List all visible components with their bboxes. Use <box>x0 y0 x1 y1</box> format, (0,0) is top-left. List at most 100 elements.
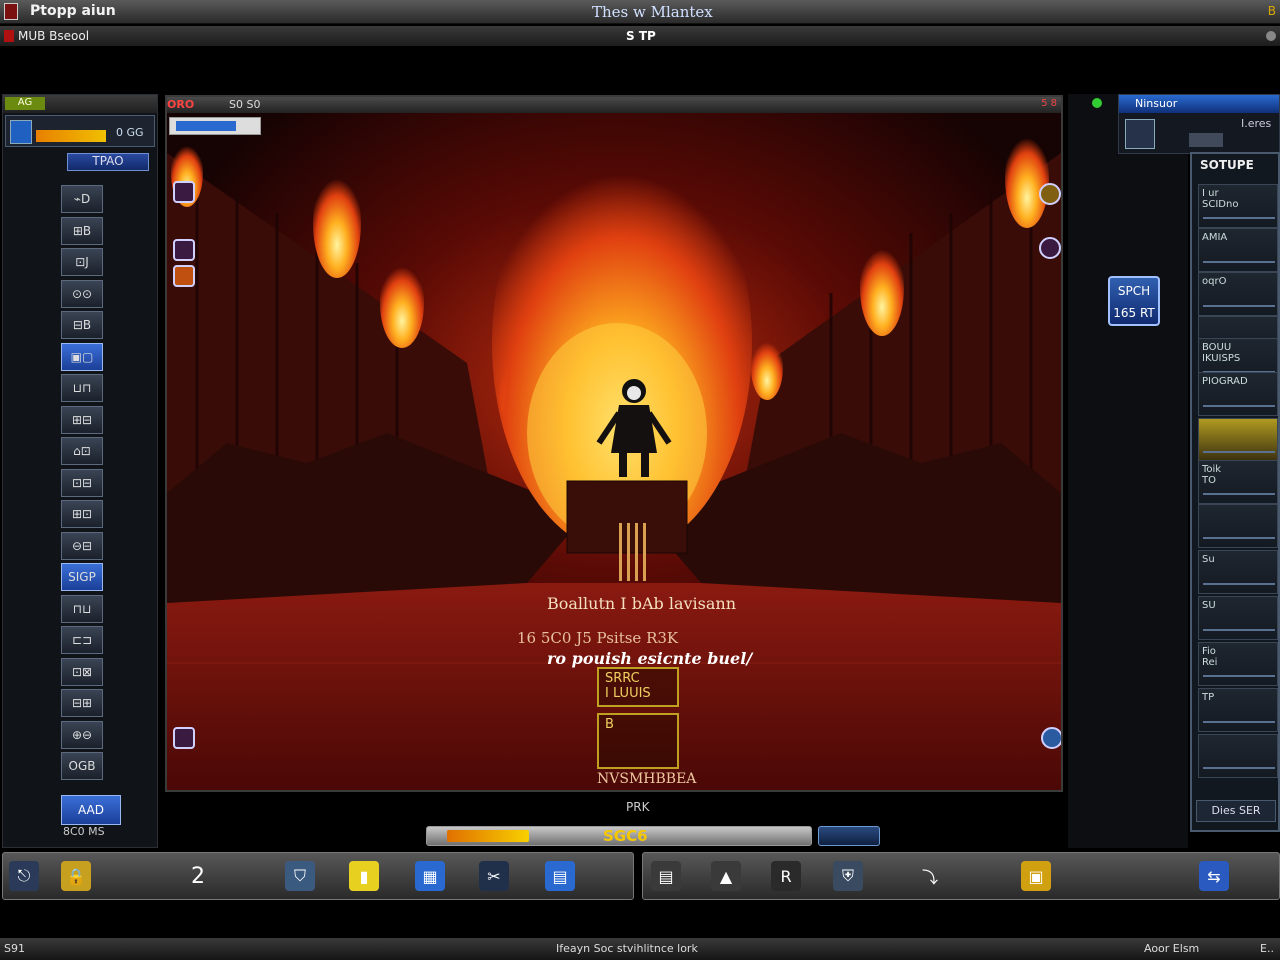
card-icon[interactable]: ▮ <box>349 861 379 891</box>
title-bar: Ptopp aiun Thes w Mlantex B <box>0 0 1280 24</box>
menu-file[interactable]: MUB Bseool <box>4 29 89 43</box>
selected-tool-button[interactable]: AAD <box>61 795 121 825</box>
speech-button[interactable]: SPCH 165 RT <box>1108 276 1160 326</box>
status-row-gauge <box>1203 493 1275 495</box>
game-viewport[interactable]: ORO S0 S0 5 8 Boallutn I bAb lavisann 16… <box>165 95 1063 792</box>
status-row-gauge <box>1203 767 1275 769</box>
tool-button-3[interactable]: ⊡J <box>61 248 103 276</box>
choice-option-2[interactable]: B <box>597 713 679 769</box>
health-meter: 0 GG <box>5 115 155 147</box>
tool-button-8[interactable]: ⊞⊟ <box>61 405 103 434</box>
status-row-13[interactable]: TP <box>1198 688 1278 732</box>
chest-icon[interactable]: ▣ <box>1021 861 1051 891</box>
tool-button-14[interactable]: ⊓⊔ <box>61 594 103 623</box>
status-row-gauge <box>1203 261 1275 263</box>
status-row-label: SU <box>1202 600 1216 611</box>
experience-fill <box>447 830 529 842</box>
tool-button-9[interactable]: ⌂⊡ <box>61 437 103 465</box>
status-right: Aoor Elsm <box>1144 942 1200 955</box>
coin-icon[interactable] <box>1039 183 1061 205</box>
status-row-gauge <box>1203 583 1275 585</box>
fire-icon[interactable] <box>173 265 195 287</box>
tool-button-15[interactable]: ⊏⊐ <box>61 626 103 654</box>
choice-option-1[interactable]: SRRC I LUUIS <box>597 667 679 707</box>
tool-button-19[interactable]: OGB <box>61 752 103 780</box>
list-icon[interactable]: ▤ <box>545 861 575 891</box>
tool-button-6[interactable]: ▣▢ <box>61 342 103 371</box>
compass-icon[interactable] <box>1039 237 1061 259</box>
shield-icon[interactable] <box>1041 727 1061 749</box>
viewport-right-label: 5 8 <box>1041 98 1057 109</box>
slot-button[interactable] <box>1189 133 1223 147</box>
tool-button-12[interactable]: ⊖⊟ <box>61 531 103 560</box>
status-row-3[interactable]: oqrO <box>1198 272 1278 316</box>
scroll-icon[interactable] <box>173 727 195 749</box>
right-mid-strip: SPCH 165 RT <box>1068 94 1188 848</box>
status-row-10[interactable]: Su <box>1198 550 1278 594</box>
swap-icon[interactable]: ⇆ <box>1199 861 1229 891</box>
tool-button-16[interactable]: ⊡⊠ <box>61 657 103 686</box>
status-row-11[interactable]: SU <box>1198 596 1278 640</box>
minimap-fill <box>176 121 236 131</box>
meter-icon <box>10 120 32 144</box>
app-name: Ptopp aiun <box>30 3 116 19</box>
window-title: Thes w Mlantex <box>592 3 713 21</box>
slot-2-button[interactable]: 2 <box>183 861 213 891</box>
viewport-minimap[interactable] <box>169 117 261 135</box>
tool-button-5[interactable]: ⊟B <box>61 311 103 339</box>
status-row-8[interactable]: Toik TO <box>1198 460 1278 504</box>
shield-icon[interactable]: ⛉ <box>285 861 315 891</box>
app-icon <box>4 3 18 20</box>
inventory-icon[interactable] <box>1125 119 1155 149</box>
tool-button-2[interactable]: ⊞B <box>61 216 103 245</box>
status-row-label: TP <box>1202 692 1215 703</box>
tool-button-18[interactable]: ⊕⊖ <box>61 720 103 749</box>
status-row-gauge <box>1203 537 1275 539</box>
card-icon[interactable] <box>173 239 195 261</box>
bag-icon[interactable]: ▲ <box>711 861 741 891</box>
window-menu-icon[interactable]: B <box>1268 4 1276 18</box>
potion-icon[interactable] <box>173 181 195 203</box>
tool-button-10[interactable]: ⊡⊟ <box>61 468 103 497</box>
rank-icon[interactable]: R <box>771 861 801 891</box>
tool-button-13[interactable]: SIGP <box>61 563 103 591</box>
tool-button-7[interactable]: ⊔⊓ <box>61 374 103 402</box>
status-bar: S91 Ifeayn Soc stvihlitnce lork Aoor Els… <box>0 938 1280 960</box>
tool-button-11[interactable]: ⊞⊡ <box>61 500 103 528</box>
right-panel-top-text: I.eres <box>1241 117 1272 130</box>
tools-icon[interactable]: ✂ <box>479 861 509 891</box>
menu-dot-icon[interactable] <box>1266 31 1276 41</box>
status-row-gauge <box>1203 675 1275 677</box>
scene-caption: Boallutn I bAb lavisann <box>547 594 736 613</box>
toolbar-right-group: ▤ ▲ R ⛨ ⤵ ▣ ⇆ <box>642 852 1280 900</box>
status-row-2[interactable]: AMIA <box>1198 228 1278 272</box>
experience-value: SGC6 <box>603 827 648 845</box>
status-row-1[interactable]: I ur SCIDno <box>1198 184 1278 228</box>
menu-center[interactable]: S TP <box>626 29 656 43</box>
status-row-9[interactable] <box>1198 504 1278 548</box>
status-row-14[interactable] <box>1198 734 1278 778</box>
tool-button-17[interactable]: ⊟⊞ <box>61 689 103 717</box>
meter-fill <box>36 130 106 142</box>
save-icon[interactable]: ▦ <box>415 861 445 891</box>
experience-toggle-button[interactable] <box>818 826 880 846</box>
status-row-label: Fio Rei <box>1202 646 1218 668</box>
lock-icon[interactable]: 🔒 <box>61 861 91 891</box>
viewport-record-label: ORO <box>167 98 195 111</box>
status-row-7[interactable] <box>1198 418 1278 462</box>
tool-button-1[interactable]: ⌁D <box>61 185 103 213</box>
tool-status-text: 8C0 MS <box>63 825 105 838</box>
tools-tab[interactable]: TPAO <box>67 153 149 171</box>
status-row-6[interactable]: PIOGRAD <box>1198 372 1278 416</box>
tool-button-4[interactable]: ⊙⊙ <box>61 279 103 308</box>
status-list-footer[interactable]: Dies SER <box>1196 800 1276 822</box>
exit-icon[interactable]: ⎋ <box>9 861 39 891</box>
armor-icon[interactable]: ⛨ <box>833 861 863 891</box>
left-panel-header: AG <box>3 95 157 113</box>
status-dot-icon <box>1092 98 1102 108</box>
branch-icon[interactable]: ⤵ <box>915 861 945 891</box>
status-row-label: PIOGRAD <box>1202 376 1248 387</box>
meter-value: 0 GG <box>116 126 144 139</box>
document-icon[interactable]: ▤ <box>651 861 681 891</box>
status-row-12[interactable]: Fio Rei <box>1198 642 1278 686</box>
